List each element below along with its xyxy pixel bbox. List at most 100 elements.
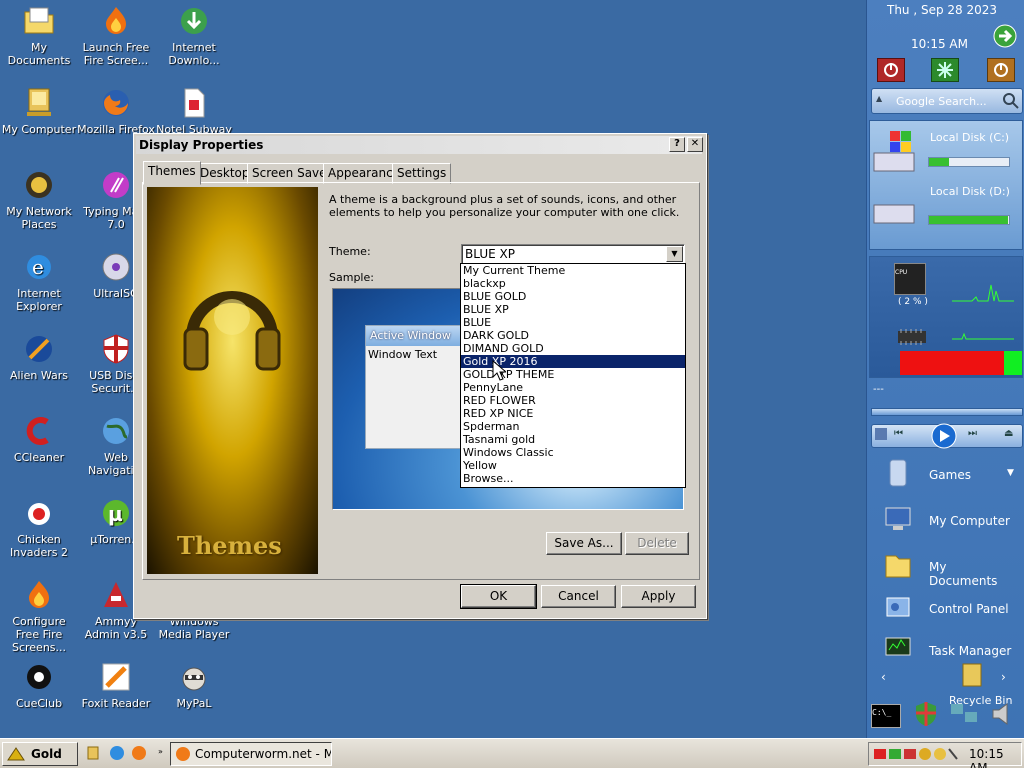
help-button[interactable]: ? bbox=[669, 137, 685, 152]
start-button[interactable]: Gold XP bbox=[2, 742, 78, 766]
dropdown-option[interactable]: RED XP NICE bbox=[461, 407, 685, 420]
icon-label: Chicken Invaders 2 bbox=[10, 533, 68, 559]
shield-icon[interactable] bbox=[913, 700, 939, 728]
desktop-icon-launch-free-fire[interactable]: Launch Free Fire Scree... bbox=[77, 4, 155, 67]
dropdown-option[interactable]: BLUE GOLD bbox=[461, 290, 685, 303]
search-input[interactable]: Google Search... bbox=[896, 95, 987, 108]
desktop-quicklaunch-icon[interactable] bbox=[86, 745, 100, 761]
desktop-icon-chicken-invaders[interactable]: Chicken Invaders 2 bbox=[0, 496, 78, 559]
quicklaunch-chevron-icon[interactable]: » bbox=[158, 747, 163, 756]
icon-label: MyPaL bbox=[176, 697, 212, 710]
network-icon[interactable] bbox=[949, 700, 979, 728]
sidebar-item-games[interactable]: Games ▼ bbox=[877, 456, 1017, 496]
arrow-right-icon[interactable] bbox=[993, 24, 1017, 48]
dropdown-option[interactable]: RED FLOWER bbox=[461, 394, 685, 407]
icon-label: Foxit Reader bbox=[81, 697, 151, 710]
ccleaner-icon bbox=[26, 417, 49, 445]
desktop-icon-notel-subway[interactable]: Notel Subway bbox=[155, 86, 233, 136]
cancel-button[interactable]: Cancel bbox=[541, 585, 616, 608]
search-icon[interactable] bbox=[1002, 92, 1020, 110]
apply-button[interactable]: Apply bbox=[621, 585, 696, 608]
dropdown-option[interactable]: DIMAND GOLD bbox=[461, 342, 685, 355]
sidebar-item-label: My Documents bbox=[929, 560, 998, 588]
internet-explorer-icon[interactable] bbox=[108, 744, 126, 762]
firefox-icon[interactable] bbox=[130, 744, 148, 762]
desktop-icon-foxit-reader[interactable]: Foxit Reader bbox=[77, 660, 155, 710]
dropdown-option[interactable]: My Current Theme bbox=[461, 264, 685, 277]
tab-settings[interactable]: Settings bbox=[392, 163, 452, 184]
sidebar-date: Thu , Sep 28 2023 bbox=[887, 3, 998, 17]
theme-label: Theme: bbox=[329, 245, 371, 258]
stop-icon[interactable] bbox=[875, 428, 887, 440]
next-icon[interactable]: ⏭ bbox=[968, 428, 977, 439]
chevron-down-icon[interactable]: ▼ bbox=[666, 246, 683, 262]
save-as-button[interactable]: Save As... bbox=[546, 532, 622, 555]
logoff-button[interactable] bbox=[987, 58, 1015, 82]
desktop-icon-alien-wars[interactable]: Alien Wars bbox=[0, 332, 78, 382]
taskbar-window-button[interactable]: Computerworm.net - Mo... bbox=[170, 742, 332, 766]
desktop-icon-ccleaner[interactable]: CCleaner bbox=[0, 414, 78, 464]
desktop-icon-my-network-places[interactable]: My Network Places bbox=[0, 168, 78, 231]
dropdown-option[interactable]: Tasnami gold bbox=[461, 433, 685, 446]
desktop-icon-internet-explorer[interactable]: e Internet Explorer bbox=[0, 250, 78, 313]
theme-select[interactable]: BLUE XP ▼ bbox=[461, 244, 685, 264]
dropdown-option[interactable]: BLUE bbox=[461, 316, 685, 329]
windows-drive-icon bbox=[873, 131, 915, 172]
eject-icon[interactable]: ⏏ bbox=[1004, 428, 1013, 439]
dropdown-option[interactable]: blackxp bbox=[461, 277, 685, 290]
desktop-icon-internet-download-manager[interactable]: Internet Downlo... bbox=[155, 4, 233, 67]
standby-button[interactable] bbox=[931, 58, 959, 82]
media-player: --- ⏮ ⏭ ⏏ bbox=[871, 384, 1023, 450]
desktop-icon-configure-free-fire[interactable]: Configure Free Fire Screens... bbox=[0, 578, 78, 654]
tab-desktop[interactable]: Desktop bbox=[195, 163, 255, 184]
tray-icons[interactable] bbox=[873, 746, 961, 762]
dropdown-option[interactable]: Spderman bbox=[461, 420, 685, 433]
desktop-icon-my-documents[interactable]: My Documents bbox=[0, 4, 78, 67]
shutdown-button[interactable] bbox=[877, 58, 905, 82]
media-seek-bar[interactable] bbox=[871, 408, 1023, 416]
command-prompt-icon[interactable]: C:\_ bbox=[871, 704, 901, 728]
previous-icon[interactable]: ⏮ bbox=[894, 428, 903, 439]
memory-bar-free bbox=[1004, 351, 1022, 375]
internet-explorer-icon: e bbox=[27, 255, 51, 279]
sidebar-item-my-computer[interactable]: My Computer bbox=[877, 502, 1017, 542]
play-icon[interactable] bbox=[930, 422, 958, 450]
icon-label: My Documents bbox=[7, 41, 71, 67]
tab-themes[interactable]: Themes bbox=[143, 161, 201, 185]
google-search-box[interactable]: ▲ Google Search... bbox=[871, 88, 1023, 114]
sidebar-item-control-panel[interactable]: Control Panel bbox=[877, 590, 1017, 630]
chicken-icon bbox=[28, 503, 50, 525]
dropdown-option[interactable]: Browse... bbox=[461, 472, 685, 485]
sidebar-scroll-left-icon[interactable]: ‹ bbox=[881, 670, 886, 684]
chevron-down-icon[interactable]: ▼ bbox=[1007, 468, 1014, 478]
delete-button[interactable]: Delete bbox=[625, 532, 689, 555]
dropdown-option[interactable]: DARK GOLD bbox=[461, 329, 685, 342]
memory-chip-icon bbox=[898, 329, 926, 345]
desktop-icon-cueclub[interactable]: CueClub bbox=[0, 660, 78, 710]
dialog-title-bar[interactable]: Display Properties ? ✕ bbox=[136, 136, 703, 154]
close-button[interactable]: ✕ bbox=[687, 137, 703, 152]
dropdown-option[interactable]: Yellow bbox=[461, 459, 685, 472]
sidebar-item-task-manager[interactable]: Task Manager bbox=[877, 632, 1017, 672]
typing-icon bbox=[103, 172, 129, 198]
recycle-bin-icon[interactable] bbox=[959, 658, 985, 688]
dropdown-option[interactable]: BLUE XP bbox=[461, 303, 685, 316]
search-scroll-arrows-icon[interactable]: ▲ bbox=[876, 94, 882, 103]
dialog-title: Display Properties bbox=[139, 138, 264, 152]
sidebar-time: 10:15 AM bbox=[911, 37, 968, 51]
desktop-icon-mozilla-firefox[interactable]: Mozilla Firefox bbox=[77, 86, 155, 136]
ok-button[interactable]: OK bbox=[460, 584, 537, 609]
speaker-icon[interactable] bbox=[989, 700, 1017, 728]
cpu-panel: CPU ( 2 % ) bbox=[869, 256, 1023, 378]
icon-label: Launch Free Fire Scree... bbox=[82, 41, 150, 67]
dropdown-option[interactable]: Windows Classic bbox=[461, 446, 685, 459]
disk-c-bar bbox=[928, 157, 1010, 167]
desktop-icon-mypal[interactable]: MyPaL bbox=[155, 660, 233, 710]
desktop-icon-my-computer[interactable]: My Computer bbox=[0, 86, 78, 136]
icon-label: My Network Places bbox=[6, 205, 72, 231]
globe-download-icon bbox=[181, 8, 207, 34]
dropdown-option[interactable]: PennyLane bbox=[461, 381, 685, 394]
sidebar-scroll-right-icon[interactable]: › bbox=[1001, 670, 1006, 684]
sidebar-item-my-documents[interactable]: My Documents bbox=[877, 548, 1017, 588]
system-tray: 10:15 AM bbox=[868, 742, 1022, 768]
